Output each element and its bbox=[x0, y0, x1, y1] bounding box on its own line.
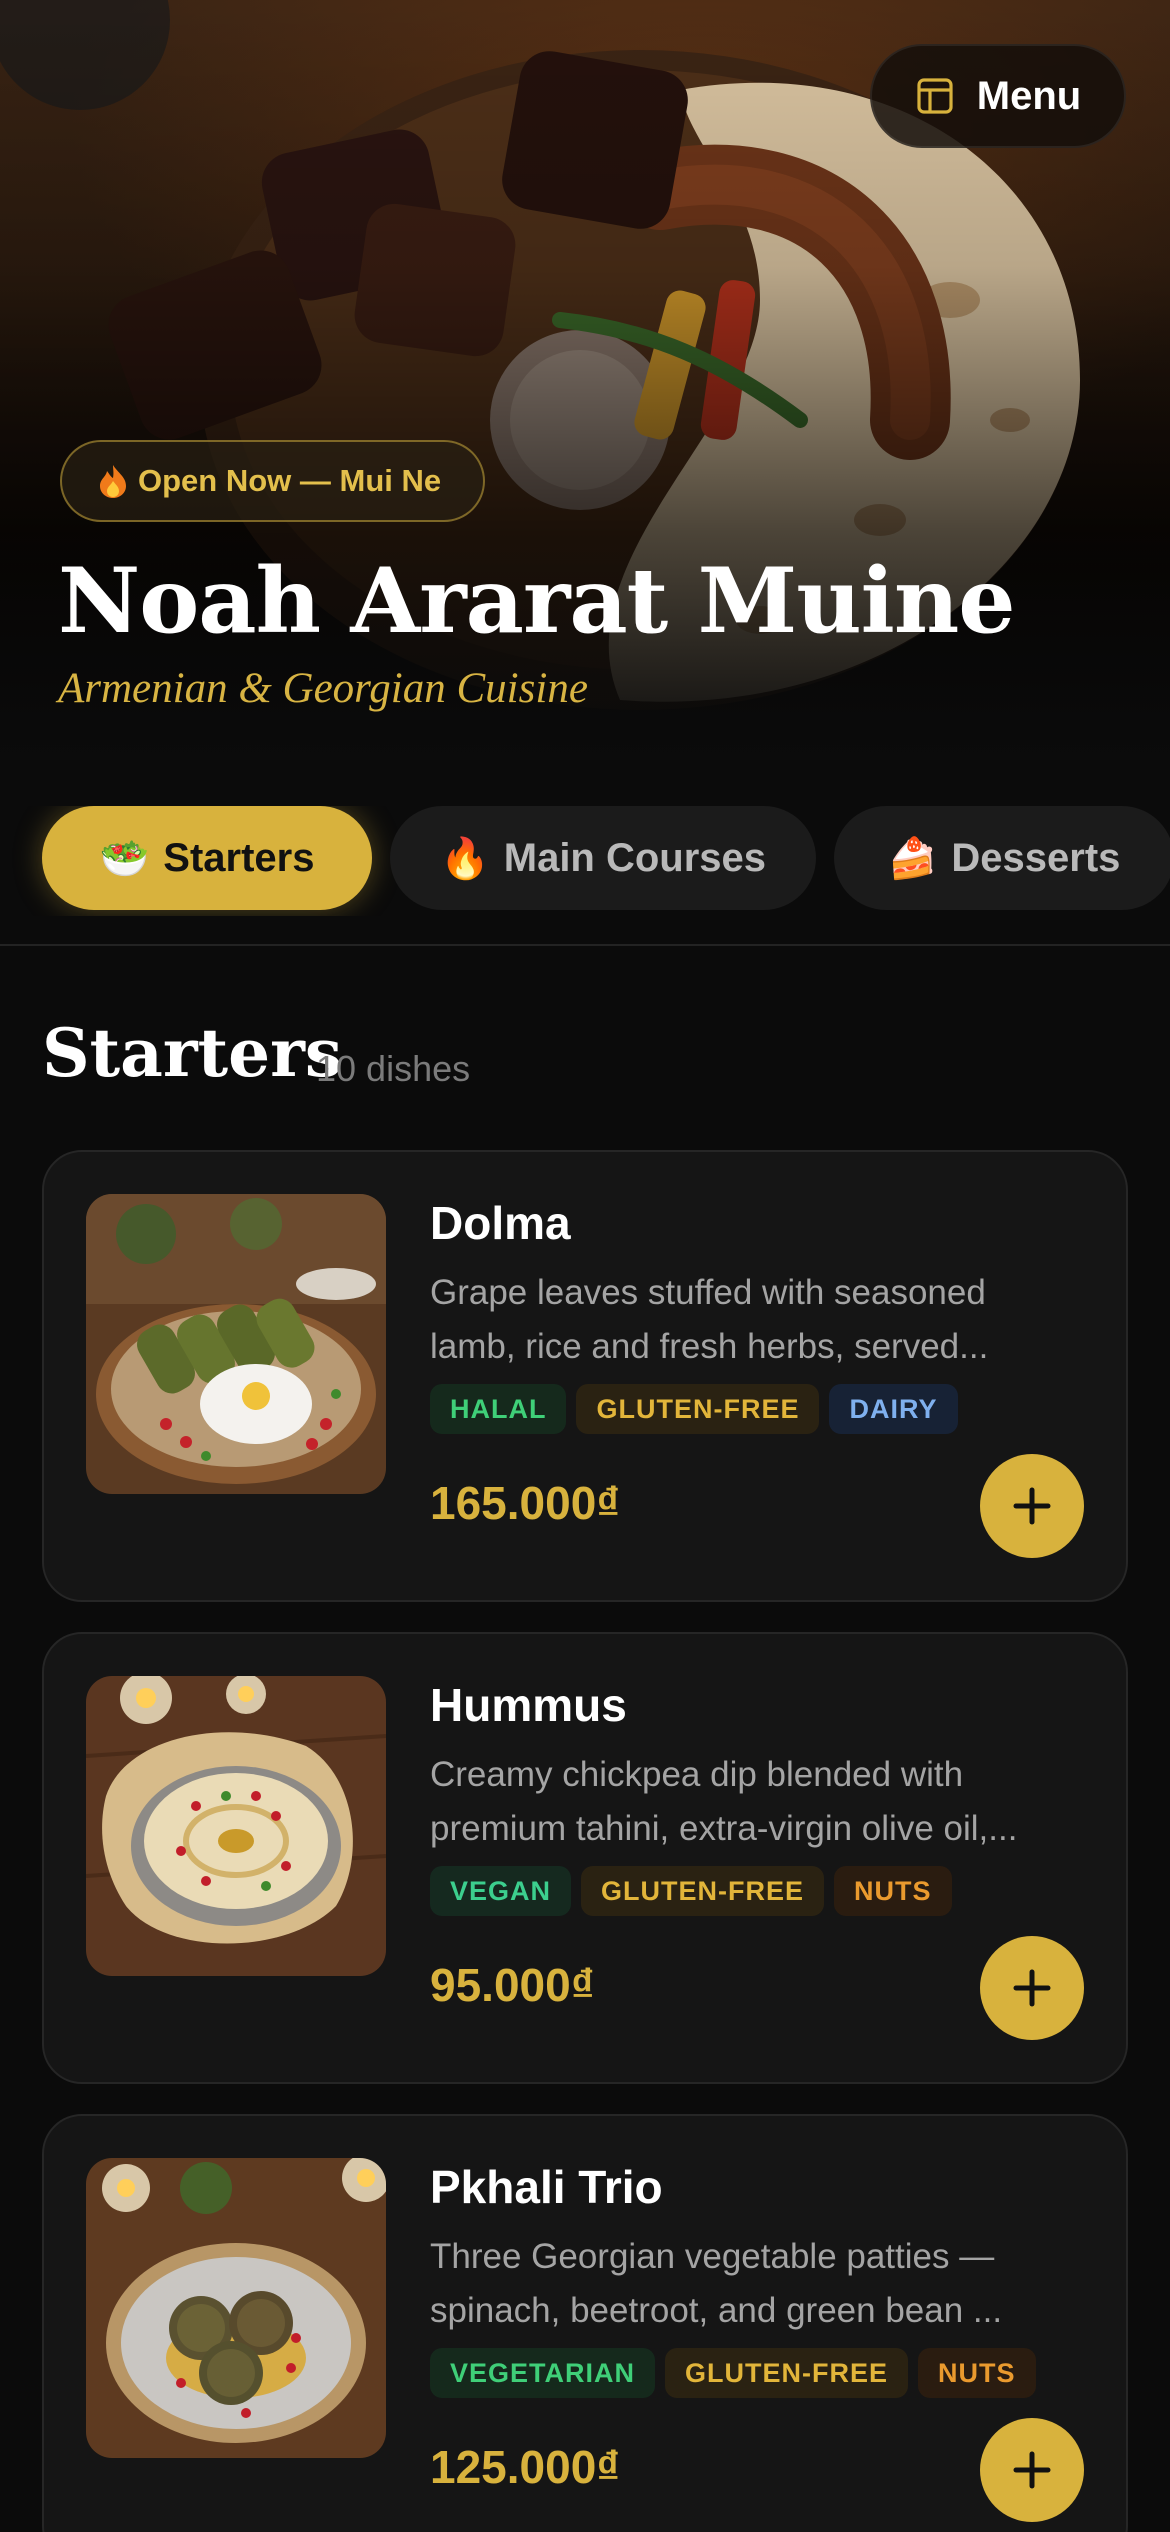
tab-label: Desserts bbox=[951, 835, 1121, 880]
tag-nuts: NUTS bbox=[834, 1866, 952, 1916]
dish-name: Hummus bbox=[430, 1679, 627, 1731]
plus-icon bbox=[1013, 1969, 1051, 2007]
fire-icon bbox=[100, 465, 126, 498]
menu-book-icon bbox=[917, 78, 953, 114]
section-title: Starters bbox=[42, 1014, 343, 1092]
dish-description: Three Georgian vegetable patties — spina… bbox=[430, 2230, 1080, 2338]
tag-gluten-free: GLUTEN-FREE bbox=[576, 1384, 820, 1434]
tag-vegetarian: VEGETARIAN bbox=[430, 2348, 656, 2398]
dish-price: 125.000₫ bbox=[430, 2441, 620, 2493]
tab-desserts[interactable]: 🍰 Desserts bbox=[834, 806, 1170, 910]
fire-icon: 🔥 bbox=[439, 836, 490, 881]
section-count: 10 dishes bbox=[316, 1048, 471, 1089]
dish-card-pkhali-trio[interactable]: Pkhali Trio Three Georgian vegetable pat… bbox=[42, 2114, 1128, 2532]
dish-description-line: Three Georgian vegetable patties — bbox=[430, 2237, 995, 2276]
dish-image bbox=[86, 1676, 386, 1976]
menu-button-label: Menu bbox=[976, 73, 1082, 118]
dish-description-line: spinach, beetroot, and green bean ... bbox=[430, 2291, 1003, 2330]
plus-icon bbox=[1013, 2451, 1051, 2489]
dish-image bbox=[86, 2158, 386, 2458]
tag-vegan: VEGAN bbox=[430, 1866, 572, 1916]
dish-card-hummus[interactable]: Hummus Creamy chickpea dip blended with … bbox=[42, 1632, 1128, 2084]
dish-name: Dolma bbox=[430, 1197, 571, 1249]
add-to-order-button[interactable] bbox=[980, 1454, 1084, 1558]
plus-icon bbox=[1013, 1487, 1051, 1525]
tag-gluten-free: GLUTEN-FREE bbox=[665, 2348, 909, 2398]
tag-gluten-free: GLUTEN-FREE bbox=[581, 1866, 825, 1916]
restaurant-name: Noah Ararat Muine bbox=[58, 548, 1016, 654]
tab-starters[interactable]: 🥗 Starters bbox=[42, 806, 372, 910]
dish-description-line: Creamy chickpea dip blended with bbox=[430, 1755, 964, 1794]
dish-description-line: premium tahini, extra-virgin olive oil,.… bbox=[430, 1809, 1018, 1848]
dish-description: Creamy chickpea dip blended with premium… bbox=[430, 1748, 1080, 1856]
add-to-order-button[interactable] bbox=[980, 1936, 1084, 2040]
dish-tags: VEGAN GLUTEN-FREE NUTS bbox=[430, 1866, 952, 1916]
hero-banner: Menu Open Now — Mui Ne Noah Ararat Muine… bbox=[0, 0, 1170, 760]
status-badge: Open Now — Mui Ne bbox=[60, 440, 486, 522]
tabs-divider bbox=[0, 944, 1170, 946]
tag-nuts: NUTS bbox=[918, 2348, 1036, 2398]
tab-main-courses[interactable]: 🔥 Main Courses bbox=[390, 806, 816, 910]
dish-description-line: Grape leaves stuffed with seasoned bbox=[430, 1273, 986, 1312]
cake-icon: 🍰 bbox=[887, 836, 938, 881]
dish-description-line: lamb, rice and fresh herbs, served... bbox=[430, 1327, 989, 1366]
salad-icon: 🥗 bbox=[99, 836, 150, 881]
status-badge-text: Open Now — Mui Ne bbox=[138, 463, 442, 498]
dish-description: Grape leaves stuffed with seasoned lamb,… bbox=[430, 1266, 1080, 1374]
tag-dairy: DAIRY bbox=[829, 1384, 958, 1434]
dish-card-dolma[interactable]: Dolma Grape leaves stuffed with seasoned… bbox=[42, 1150, 1128, 1602]
tag-halal: HALAL bbox=[430, 1384, 567, 1434]
dish-name: Pkhali Trio bbox=[430, 2161, 663, 2213]
tab-label: Starters bbox=[163, 835, 315, 880]
dish-tags: HALAL GLUTEN-FREE DAIRY bbox=[430, 1384, 958, 1434]
dish-tags: VEGETARIAN GLUTEN-FREE NUTS bbox=[430, 2348, 1036, 2398]
tab-label: Main Courses bbox=[503, 835, 767, 880]
dish-price: 95.000₫ bbox=[430, 1959, 595, 2011]
cuisine-subtitle: Armenian & Georgian Cuisine bbox=[58, 665, 588, 712]
dish-image bbox=[86, 1194, 386, 1494]
add-to-order-button[interactable] bbox=[980, 2418, 1084, 2522]
dish-price: 165.000₫ bbox=[430, 1477, 620, 1529]
category-tabs: 🥗 Starters 🔥 Main Courses 🍰 Desserts bbox=[0, 806, 1170, 916]
menu-button[interactable]: Menu bbox=[870, 44, 1126, 148]
